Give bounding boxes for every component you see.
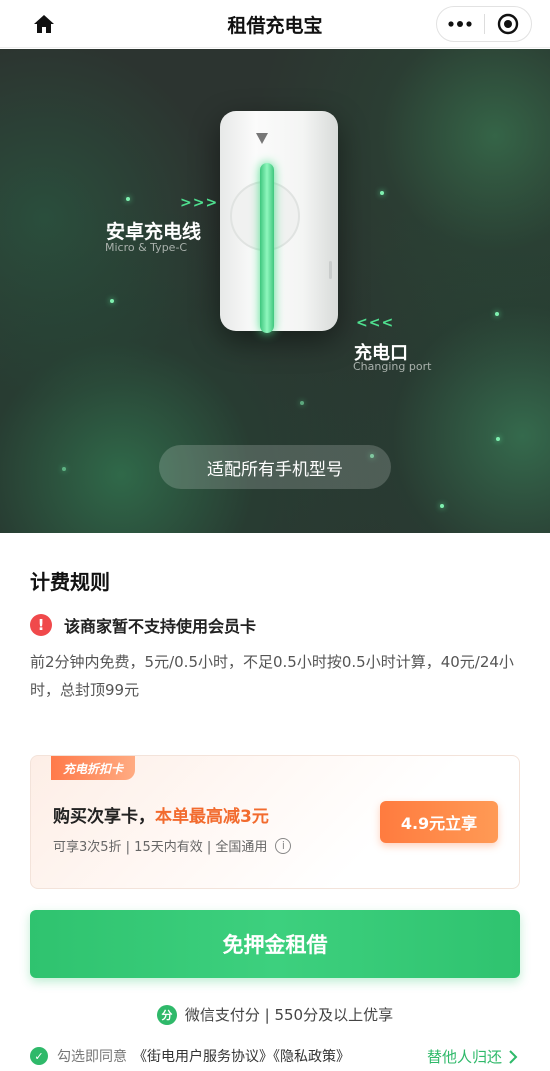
device-arrow-mark [256,133,268,144]
buy-card-button[interactable]: 4.9元立享 [380,801,498,843]
wechat-score-row: 分 微信支付分 | 550分及以上优享 [0,1004,550,1025]
glow-dot [62,467,66,471]
glow-dot [380,191,384,195]
device-port [329,261,332,279]
glow-dot [495,312,499,316]
warning-icon: ! [30,614,52,636]
compatibility-pill: 适配所有手机型号 [159,445,391,489]
wechat-score-text: 微信支付分 | 550分及以上优享 [184,1006,394,1024]
agreement-row: ✓ 勾选即同意 《街电用户服务协议》《隐私政策》 [30,1046,350,1066]
navigation-bar: 租借充电宝 [0,0,550,48]
return-for-others-link[interactable]: 替他人归还 [427,1046,520,1067]
mini-program-capsule [436,6,532,42]
device-cable [260,163,274,333]
agreement-prefix: 勾选即同意 [57,1049,127,1065]
android-cable-label: 安卓充电线 [106,221,202,243]
promo-headline-prefix: 购买次享卡， [53,807,155,827]
warning-text: 该商家暂不支持使用会员卡 [64,617,257,636]
return-for-others-label: 替他人归还 [426,1048,502,1066]
glow-dot [440,504,444,508]
power-bank-image [220,111,338,333]
chevron-right-icon [509,1049,518,1064]
more-dots-icon [448,21,472,27]
checkbox-checked-icon[interactable]: ✓ [30,1047,48,1065]
promo-headline: 购买次享卡，本单最高减3元 [53,802,269,827]
target-close-icon [497,13,518,35]
glow-dot [496,437,500,441]
fee-rules-title: 计费规则 [30,570,110,594]
discount-card-promo: 充电折扣卡 购买次享卡，本单最高减3元 可享3次5折 | 15天内有效 | 全国… [30,755,520,889]
glow-dot [126,197,130,201]
agreement-links[interactable]: 《街电用户服务协议》《隐私政策》 [133,1046,350,1066]
rent-without-deposit-button[interactable]: 免押金租借 [30,910,520,978]
glow-dot [110,299,114,303]
arrows-right-icon: >>> [180,195,219,211]
arrows-left-icon: <<< [356,315,395,331]
android-cable-sublabel: Micro & Type-C [105,241,188,254]
hero-banner: >>> 安卓充电线 Micro & Type-C <<< 充电口 Changin… [0,49,550,533]
promo-subline-text: 可享3次5折 | 15天内有效 | 全国通用 [53,840,268,855]
charging-port-sublabel: Changing port [353,360,432,373]
wechat-score-icon: 分 [156,1004,177,1025]
promo-headline-highlight: 本单最高减3元 [155,807,269,827]
more-button[interactable] [437,7,484,41]
glow-dot [300,401,304,405]
fee-description: 前2分钟内免费，5元/0.5小时，不足0.5小时按0.5小时计算，40元/24小… [30,653,514,699]
promo-subline: 可享3次5折 | 15天内有效 | 全国通用 i [53,836,292,855]
close-button[interactable] [484,7,531,41]
membership-warning: ! 该商家暂不支持使用会员卡 [30,613,256,637]
promo-tag: 充电折扣卡 [51,756,136,780]
info-icon[interactable]: i [275,837,292,854]
